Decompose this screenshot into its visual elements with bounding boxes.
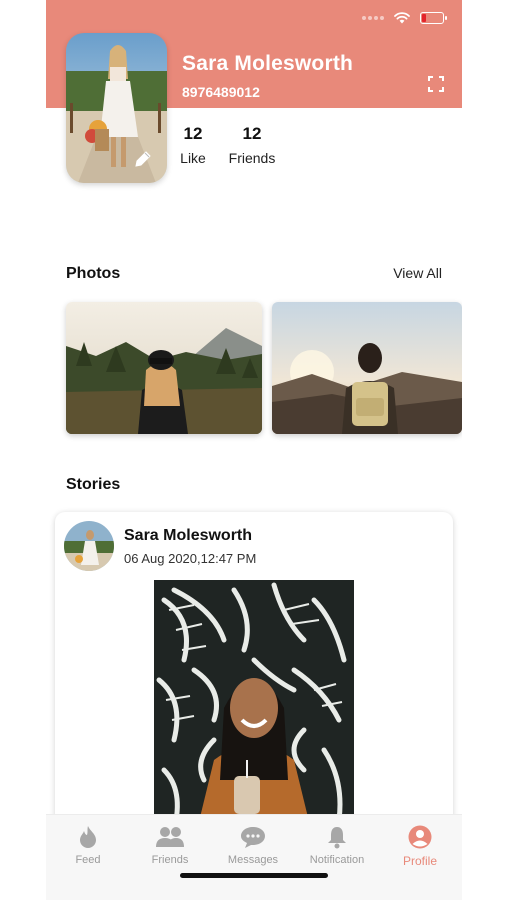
- nav-profile-label: Profile: [402, 854, 437, 868]
- nav-notification-label: Notification: [309, 854, 365, 866]
- photo-thumbnail[interactable]: [66, 302, 262, 434]
- bottom-navigation: Feed Friends Messages Notification Profi…: [46, 814, 462, 900]
- likes-stat[interactable]: 12 Like: [176, 124, 210, 166]
- story-author-avatar[interactable]: [64, 521, 114, 571]
- nav-profile[interactable]: Profile: [380, 825, 460, 868]
- edit-avatar-icon[interactable]: [132, 148, 154, 170]
- friends-stat[interactable]: 12 Friends: [224, 124, 280, 166]
- likes-label: Like: [180, 150, 206, 166]
- view-all-photos-link[interactable]: View All: [393, 265, 442, 281]
- bell-icon: [328, 827, 346, 849]
- nav-notification[interactable]: Notification: [297, 825, 377, 866]
- status-bar: [362, 12, 447, 24]
- fullscreen-icon[interactable]: [428, 76, 444, 92]
- story-card[interactable]: Sara Molesworth 06 Aug 2020,12:47 PM: [55, 512, 453, 842]
- likes-count: 12: [183, 124, 203, 143]
- cellular-signal-icon: [362, 16, 384, 20]
- profile-name: Sara Molesworth: [182, 52, 354, 75]
- home-indicator[interactable]: [180, 873, 328, 878]
- battery-icon: [420, 12, 447, 24]
- people-icon: [156, 827, 184, 847]
- profile-screen: Sara Molesworth 8976489012 12 Like 12 Fr…: [46, 0, 462, 900]
- nav-feed-label: Feed: [75, 854, 101, 866]
- stories-section-title: Stories: [66, 476, 121, 493]
- nav-messages-label: Messages: [227, 854, 279, 866]
- story-timestamp: 06 Aug 2020,12:47 PM: [124, 551, 257, 566]
- chat-icon: [241, 827, 265, 848]
- nav-friends[interactable]: Friends: [130, 825, 210, 866]
- nav-messages[interactable]: Messages: [213, 825, 293, 866]
- photos-section-title: Photos: [66, 265, 121, 282]
- story-author-name: Sara Molesworth: [124, 527, 253, 544]
- profile-icon: [408, 825, 432, 849]
- nav-feed[interactable]: Feed: [48, 825, 128, 866]
- friends-label: Friends: [228, 150, 276, 166]
- profile-phone: 8976489012: [182, 84, 260, 100]
- story-image[interactable]: [154, 580, 354, 842]
- photo-thumbnail[interactable]: [272, 302, 462, 434]
- wifi-icon: [394, 12, 410, 24]
- friends-count: 12: [242, 124, 262, 143]
- nav-friends-label: Friends: [151, 854, 189, 866]
- flame-icon: [80, 826, 96, 848]
